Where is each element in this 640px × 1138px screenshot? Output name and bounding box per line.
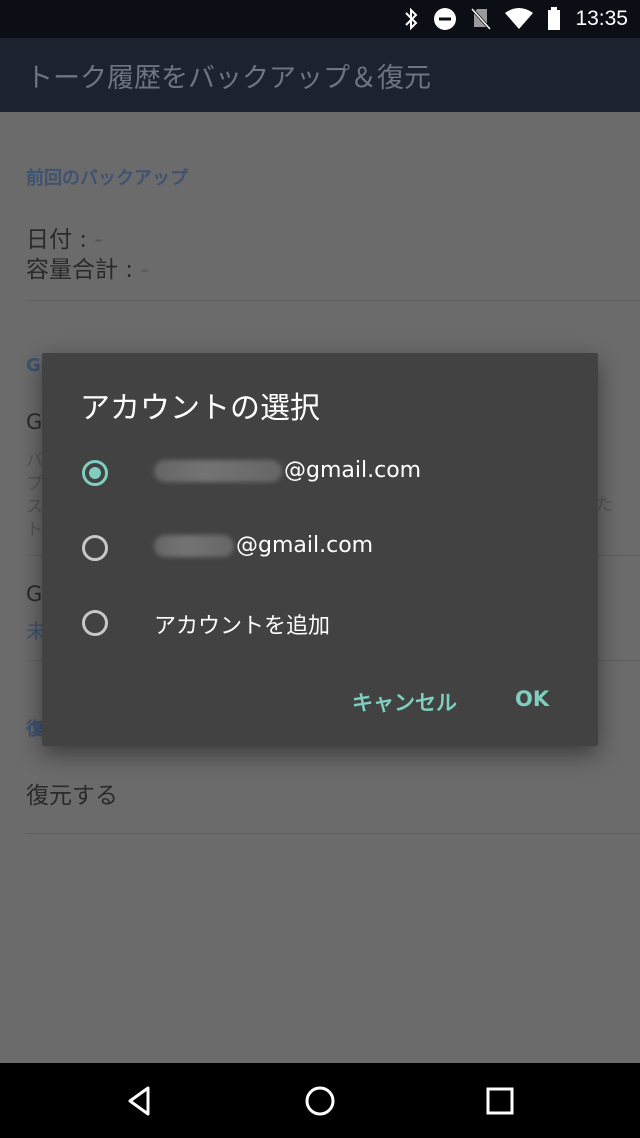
back-icon[interactable] — [122, 1083, 158, 1119]
status-bar: 13:35 — [0, 0, 640, 38]
account-option-label: @gmail.com — [154, 533, 373, 558]
radio-unselected-icon[interactable] — [82, 610, 108, 636]
backup-size-value: - — [140, 257, 149, 283]
radio-selected-icon[interactable] — [82, 460, 108, 486]
setting-item-desc-4: ト — [26, 520, 43, 540]
cancel-button[interactable]: キャンセル — [352, 687, 457, 717]
setting-item-desc-trailing: た — [596, 495, 613, 515]
account-email-suffix: @gmail.com — [236, 533, 374, 558]
status-icons: 13:35 — [403, 6, 628, 32]
redacted-account-name — [154, 459, 282, 482]
wifi-icon — [505, 8, 534, 29]
no-sim-icon — [471, 7, 492, 31]
account-option-1[interactable]: @gmail.com — [42, 445, 598, 505]
setting-item2-title[interactable]: G — [26, 582, 42, 606]
setting-item-desc-1: バ — [26, 451, 43, 471]
account-select-dialog: アカウントの選択 @gmail.com @gmail.com アカウントを追加 … — [42, 353, 598, 746]
do-not-disturb-icon — [434, 8, 457, 30]
backup-date: 日付 : - — [26, 220, 103, 254]
app-bar: トーク履歴をバックアップ＆復元 — [0, 38, 640, 112]
setting-item-desc-3: ス — [26, 497, 43, 517]
page-title: トーク履歴をバックアップ＆復元 — [26, 63, 431, 94]
restore-item[interactable]: 復元する — [26, 776, 118, 810]
backup-size: 容量合計 : - — [26, 250, 149, 284]
setting-item-desc-2: プ — [26, 474, 43, 494]
account-email-suffix: @gmail.com — [284, 458, 422, 483]
status-time: 13:35 — [575, 7, 628, 30]
setting-item-title[interactable]: G — [26, 410, 42, 434]
redacted-account-name — [154, 534, 234, 557]
radio-unselected-icon[interactable] — [82, 535, 108, 561]
divider — [26, 300, 640, 301]
home-icon[interactable] — [302, 1083, 338, 1119]
backup-size-label: 容量合計 : — [26, 257, 141, 283]
battery-icon — [548, 7, 561, 30]
recent-apps-icon[interactable] — [482, 1083, 518, 1119]
divider — [26, 833, 640, 834]
bluetooth-icon — [405, 7, 418, 31]
add-account-label: アカウントを追加 — [154, 614, 331, 639]
ok-button[interactable]: OK — [515, 687, 549, 711]
dialog-title: アカウントの選択 — [80, 391, 320, 426]
navigation-bar — [0, 1063, 640, 1138]
account-option-2[interactable]: @gmail.com — [42, 520, 598, 580]
add-account-option[interactable]: アカウントを追加 — [42, 595, 598, 655]
account-option-label: @gmail.com — [154, 458, 421, 483]
section-header-last-backup: 前回のバックアップ — [26, 168, 188, 189]
